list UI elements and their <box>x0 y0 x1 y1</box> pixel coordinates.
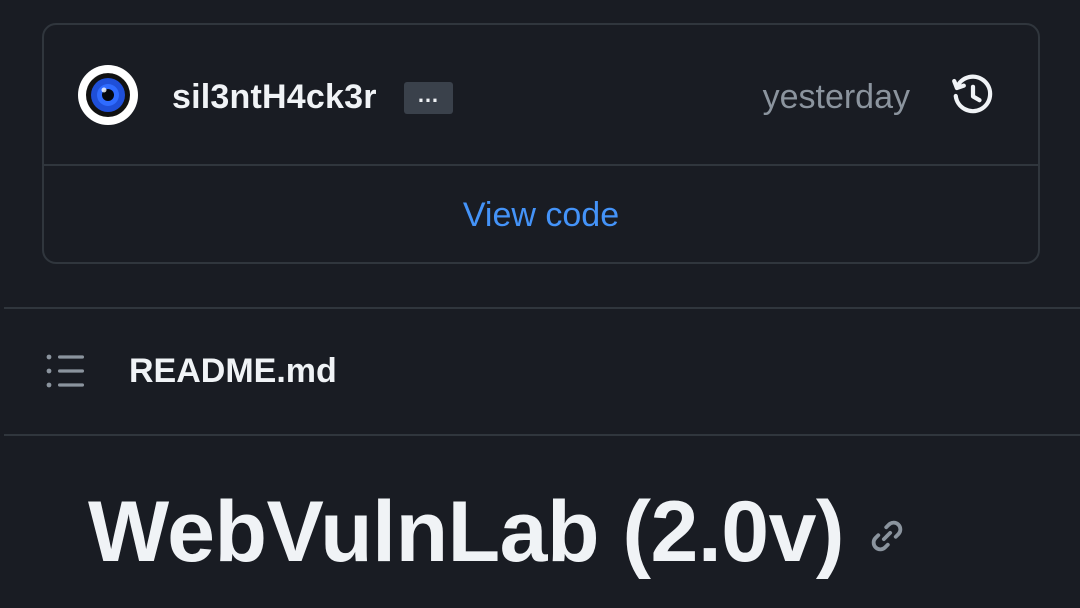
history-icon[interactable] <box>950 73 996 119</box>
readme-filename[interactable]: README.md <box>129 351 337 391</box>
commit-message-expand-button[interactable]: … <box>404 82 453 114</box>
author-avatar[interactable] <box>78 65 138 125</box>
view-code-link[interactable]: View code <box>44 166 1038 262</box>
section-divider <box>4 434 1080 436</box>
hacker-eye-avatar-icon <box>79 66 137 124</box>
latest-commit-card: sil3ntH4ck3r … yesterday View code <box>42 23 1040 264</box>
commit-timestamp: yesterday <box>762 78 910 116</box>
commit-author[interactable]: sil3ntH4ck3r <box>172 77 377 117</box>
readme-heading-text: WebVulnLab (2.0v) <box>88 484 845 580</box>
readme-title: WebVulnLab (2.0v) <box>88 482 906 582</box>
link-icon[interactable] <box>868 517 906 555</box>
list-icon[interactable] <box>46 353 86 389</box>
readme-header: README.md <box>0 309 1080 434</box>
commit-row: sil3ntH4ck3r … yesterday <box>44 25 1038 166</box>
